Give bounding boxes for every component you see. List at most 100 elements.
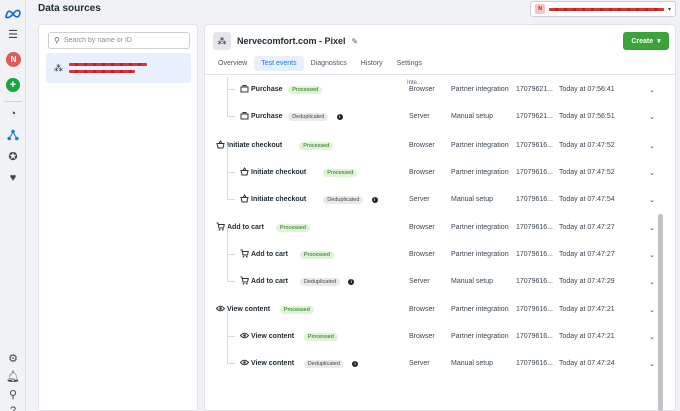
event-row[interactable]: Purchase Deduplicated i Server Manual setup 1… [205,89,663,130]
dashboard-gauge-icon[interactable]: ◔ [5,106,21,122]
scrollbar[interactable] [658,214,663,411]
data-source-item-selected[interactable]: ⁂ [46,53,191,83]
tab-test-events[interactable]: Test events [254,56,304,71]
account-badge: N [535,4,545,14]
event-name: View content [251,333,295,340]
event-source: Browser [409,224,435,231]
expand-chevron-icon[interactable]: ⌄ [649,251,655,259]
tree-connector [227,116,235,117]
event-id: 17079616... [516,196,553,203]
search-field[interactable]: ⚲ [48,32,190,49]
info-icon[interactable]: i [336,113,343,120]
event-setup-method: Manual setup [451,196,494,203]
event-source: Browser [409,251,435,258]
search-input[interactable] [63,37,184,44]
account-avatar[interactable]: N [6,52,21,67]
event-id: 17079621... [516,86,553,93]
status-badge: Processed [323,168,358,177]
tree-connector [227,254,228,282]
event-id: 17079616... [516,169,553,176]
event-source: Browser [409,86,435,93]
tab-settings[interactable]: Settings [390,56,429,71]
redacted-account-name [549,7,664,11]
event-row[interactable]: Purchase Processed Browser Partner integrat… [205,77,663,103]
event-row[interactable]: Initiate checkout Processed Browser Partner… [205,145,663,186]
event-name: Initiate checkout [251,169,307,176]
search-icon[interactable]: ⚲ [5,386,21,402]
event-row[interactable]: View content Processed Browser Partner inte… [205,296,663,323]
data-sources-list-panel: ⚲ ⁂ [38,24,198,411]
pixel-icon: ⁂ [213,32,231,50]
tab-history[interactable]: History [354,56,390,71]
hamburger-menu-icon[interactable]: ☰ [5,26,21,42]
info-icon[interactable]: i [348,278,355,285]
event-row[interactable]: Add to cart Processed Browser Partner integ… [205,227,663,268]
event-time: Today at 07:47:21 [559,306,615,313]
settings-gear-icon[interactable]: ⚙ [5,350,21,366]
event-time: Today at 07:47:27 [559,251,615,258]
page-title: Data sources [38,3,101,14]
notifications-bell-icon[interactable]: 🔔︎ [5,368,21,384]
events-manager-icon[interactable] [5,127,21,143]
tree-connector [227,227,228,255]
redacted-source-id [69,70,135,73]
status-badge: Deduplicated [323,195,364,204]
star-badge-icon[interactable]: ✪ [5,148,21,164]
event-id: 17079616... [516,333,553,340]
event-row[interactable]: View content Deduplicated i Server Manual se… [205,336,663,377]
basket-icon [239,194,249,205]
event-setup-method: Manual setup [451,360,494,367]
expand-chevron-icon[interactable]: ⌄ [649,224,655,232]
event-source: Server [409,278,430,285]
expand-chevron-icon[interactable]: ⌄ [649,360,655,368]
event-name: View content [227,306,271,313]
status-badge: Processed [299,141,334,150]
expand-chevron-icon[interactable]: ⌄ [649,86,655,94]
event-time: Today at 07:47:29 [559,278,615,285]
event-id: 17079616... [516,360,553,367]
tab-diagnostics[interactable]: Diagnostics [304,56,354,71]
expand-chevron-icon[interactable]: ⌄ [649,278,655,286]
event-row[interactable]: Initiate checkout Processed Browser Partner… [205,132,663,159]
ad-account-selector[interactable]: N ▾ [530,1,676,17]
event-row[interactable]: Add to cart Processed Browser Partner integ… [205,214,663,241]
event-row[interactable]: Add to cart Deduplicated i Server Manual set… [205,254,663,295]
create-button[interactable]: Create ▾ [623,32,669,50]
expand-chevron-icon[interactable]: ⌄ [649,196,655,204]
edit-pencil-icon[interactable]: ✎ [352,37,359,46]
tree-connector [227,336,228,364]
help-icon[interactable]: ? [5,403,21,411]
caret-down-icon: ▾ [657,38,661,45]
status-badge: Processed [279,305,314,314]
event-time: Today at 07:47:24 [559,360,615,367]
event-row[interactable]: Initiate checkout Deduplicated i Server Manu… [205,172,663,213]
basket-icon [239,167,249,178]
partner-handshake-icon[interactable]: ♥ [5,170,21,186]
expand-chevron-icon[interactable]: ⌄ [649,142,655,150]
cart-icon [239,249,249,260]
event-row[interactable]: View content Processed Browser Partner inte… [205,309,663,350]
eye-icon [239,331,249,342]
tab-bar: Overview Test events Diagnostics History… [211,56,429,71]
create-plus-icon[interactable]: + [6,78,20,92]
event-setup-method: Partner integration [451,251,509,258]
tree-connector [227,363,235,364]
search-icon: ⚲ [54,36,60,45]
info-icon[interactable]: i [371,196,378,203]
tree-connector [227,89,228,117]
event-source: Browser [409,142,435,149]
event-id: 17079616... [516,224,553,231]
expand-chevron-icon[interactable]: ⌄ [649,113,655,121]
expand-chevron-icon[interactable]: ⌄ [649,306,655,314]
tree-connector [227,172,228,200]
meta-logo-icon[interactable] [5,6,21,22]
purchase-icon [239,111,249,122]
info-icon[interactable]: i [352,360,359,367]
expand-chevron-icon[interactable]: ⌄ [649,333,655,341]
tab-divider [205,74,675,75]
event-name: Initiate checkout [227,142,283,149]
rail-divider [4,101,22,102]
cart-icon [215,222,225,233]
expand-chevron-icon[interactable]: ⌄ [649,169,655,177]
tab-overview[interactable]: Overview [211,56,254,71]
